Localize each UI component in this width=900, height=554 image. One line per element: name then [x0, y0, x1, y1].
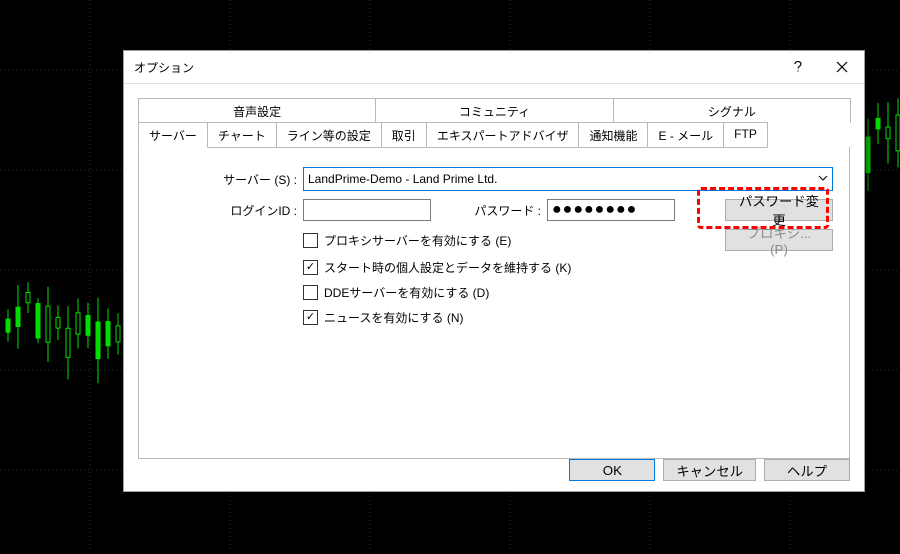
tabs-row-2: サーバーチャートライン等の設定取引エキスパートアドバイザ通知機能E - メールF… — [138, 122, 850, 148]
password-label: パスワード : — [431, 202, 547, 219]
dialog-title: オプション — [124, 59, 776, 76]
dialog-button-row: OK キャンセル ヘルプ — [569, 459, 850, 481]
password-input[interactable]: ●●●●●●●● — [547, 199, 675, 221]
tab-E - メール[interactable]: E - メール — [647, 122, 724, 148]
tab-取引[interactable]: 取引 — [381, 122, 427, 148]
chevron-down-icon — [818, 173, 828, 183]
news-checkbox-label: ニュースを有効にする (N) — [324, 309, 464, 326]
login-id-input[interactable] — [303, 199, 431, 221]
tab-音声設定[interactable]: 音声設定 — [138, 98, 376, 123]
tabs-area: 音声設定コミュニティシグナル サーバーチャートライン等の設定取引エキスパートアド… — [124, 84, 864, 459]
tab-通知機能[interactable]: 通知機能 — [578, 122, 648, 148]
proxy-checkbox[interactable] — [303, 233, 318, 248]
server-select[interactable]: LandPrime-Demo - Land Prime Ltd. — [303, 167, 833, 191]
dialog-help-button[interactable] — [776, 51, 820, 83]
change-password-button[interactable]: パスワード変更 — [725, 199, 833, 221]
tab-エキスパートアドバイザ[interactable]: エキスパートアドバイザ — [426, 122, 580, 148]
server-label: サーバー (S) : — [155, 171, 303, 188]
tab-チャート[interactable]: チャート — [207, 122, 277, 148]
tab-FTP[interactable]: FTP — [723, 122, 768, 148]
keep-data-checkbox[interactable] — [303, 260, 318, 275]
proxy-checkbox-label: プロキシサーバーを有効にする (E) — [324, 232, 511, 249]
tab-panel-server: サーバー (S) : LandPrime-Demo - Land Prime L… — [138, 147, 850, 459]
tab-ライン等の設定[interactable]: ライン等の設定 — [276, 122, 382, 148]
dialog-close-button[interactable] — [820, 51, 864, 83]
tab-シグナル[interactable]: シグナル — [613, 98, 851, 123]
tabs-row-1: 音声設定コミュニティシグナル — [138, 98, 850, 123]
news-checkbox[interactable] — [303, 310, 318, 325]
proxy-settings-button[interactable]: プロキシ... (P) — [725, 229, 833, 251]
help-button[interactable]: ヘルプ — [764, 459, 850, 481]
tab-コミュニティ[interactable]: コミュニティ — [375, 98, 613, 123]
login-label: ログインID : — [155, 202, 303, 219]
dialog-titlebar: オプション — [124, 51, 864, 84]
server-select-value: LandPrime-Demo - Land Prime Ltd. — [308, 172, 497, 186]
options-dialog: オプション 音声設定コミュニティシグナル サーバーチャートライン等の設定取引エキ… — [123, 50, 865, 492]
keep-data-checkbox-label: スタート時の個人設定とデータを維持する (K) — [324, 259, 571, 276]
ok-button[interactable]: OK — [569, 459, 655, 481]
dde-checkbox[interactable] — [303, 285, 318, 300]
tab-サーバー[interactable]: サーバー — [138, 122, 208, 148]
cancel-button[interactable]: キャンセル — [663, 459, 756, 481]
dde-checkbox-label: DDEサーバーを有効にする (D) — [324, 284, 489, 301]
